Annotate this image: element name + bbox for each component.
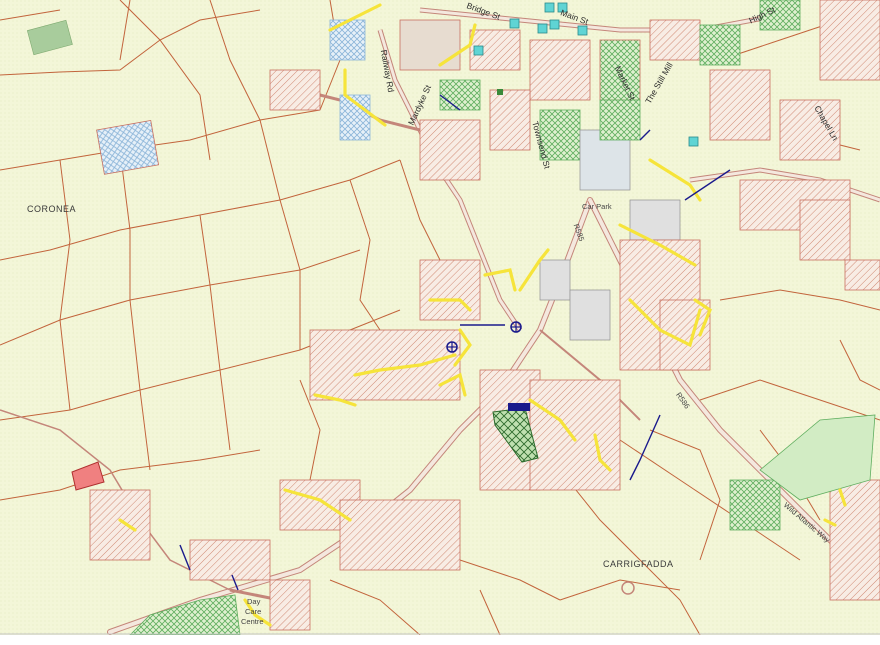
label-care: Care (245, 607, 262, 616)
circle-cross-marker[interactable] (510, 321, 522, 333)
label-car-park: Car Park (582, 202, 612, 211)
label-day: Day (247, 597, 261, 606)
label-centre: Centre (241, 617, 264, 626)
map-canvas[interactable]: CORONEA CARRIGFADDA Bridge St Main St Ma… (0, 0, 880, 635)
small-green-marker (497, 89, 503, 95)
label-coronea: CORONEA (27, 204, 77, 214)
navy-rect-marker[interactable] (508, 403, 530, 411)
blue-hatched-plot (96, 120, 160, 175)
bottom-margin (0, 635, 880, 645)
circle-cross-marker-2[interactable] (446, 341, 458, 353)
label-carrigfadda: CARRIGFADDA (603, 559, 674, 569)
map-graphics (0, 0, 880, 635)
